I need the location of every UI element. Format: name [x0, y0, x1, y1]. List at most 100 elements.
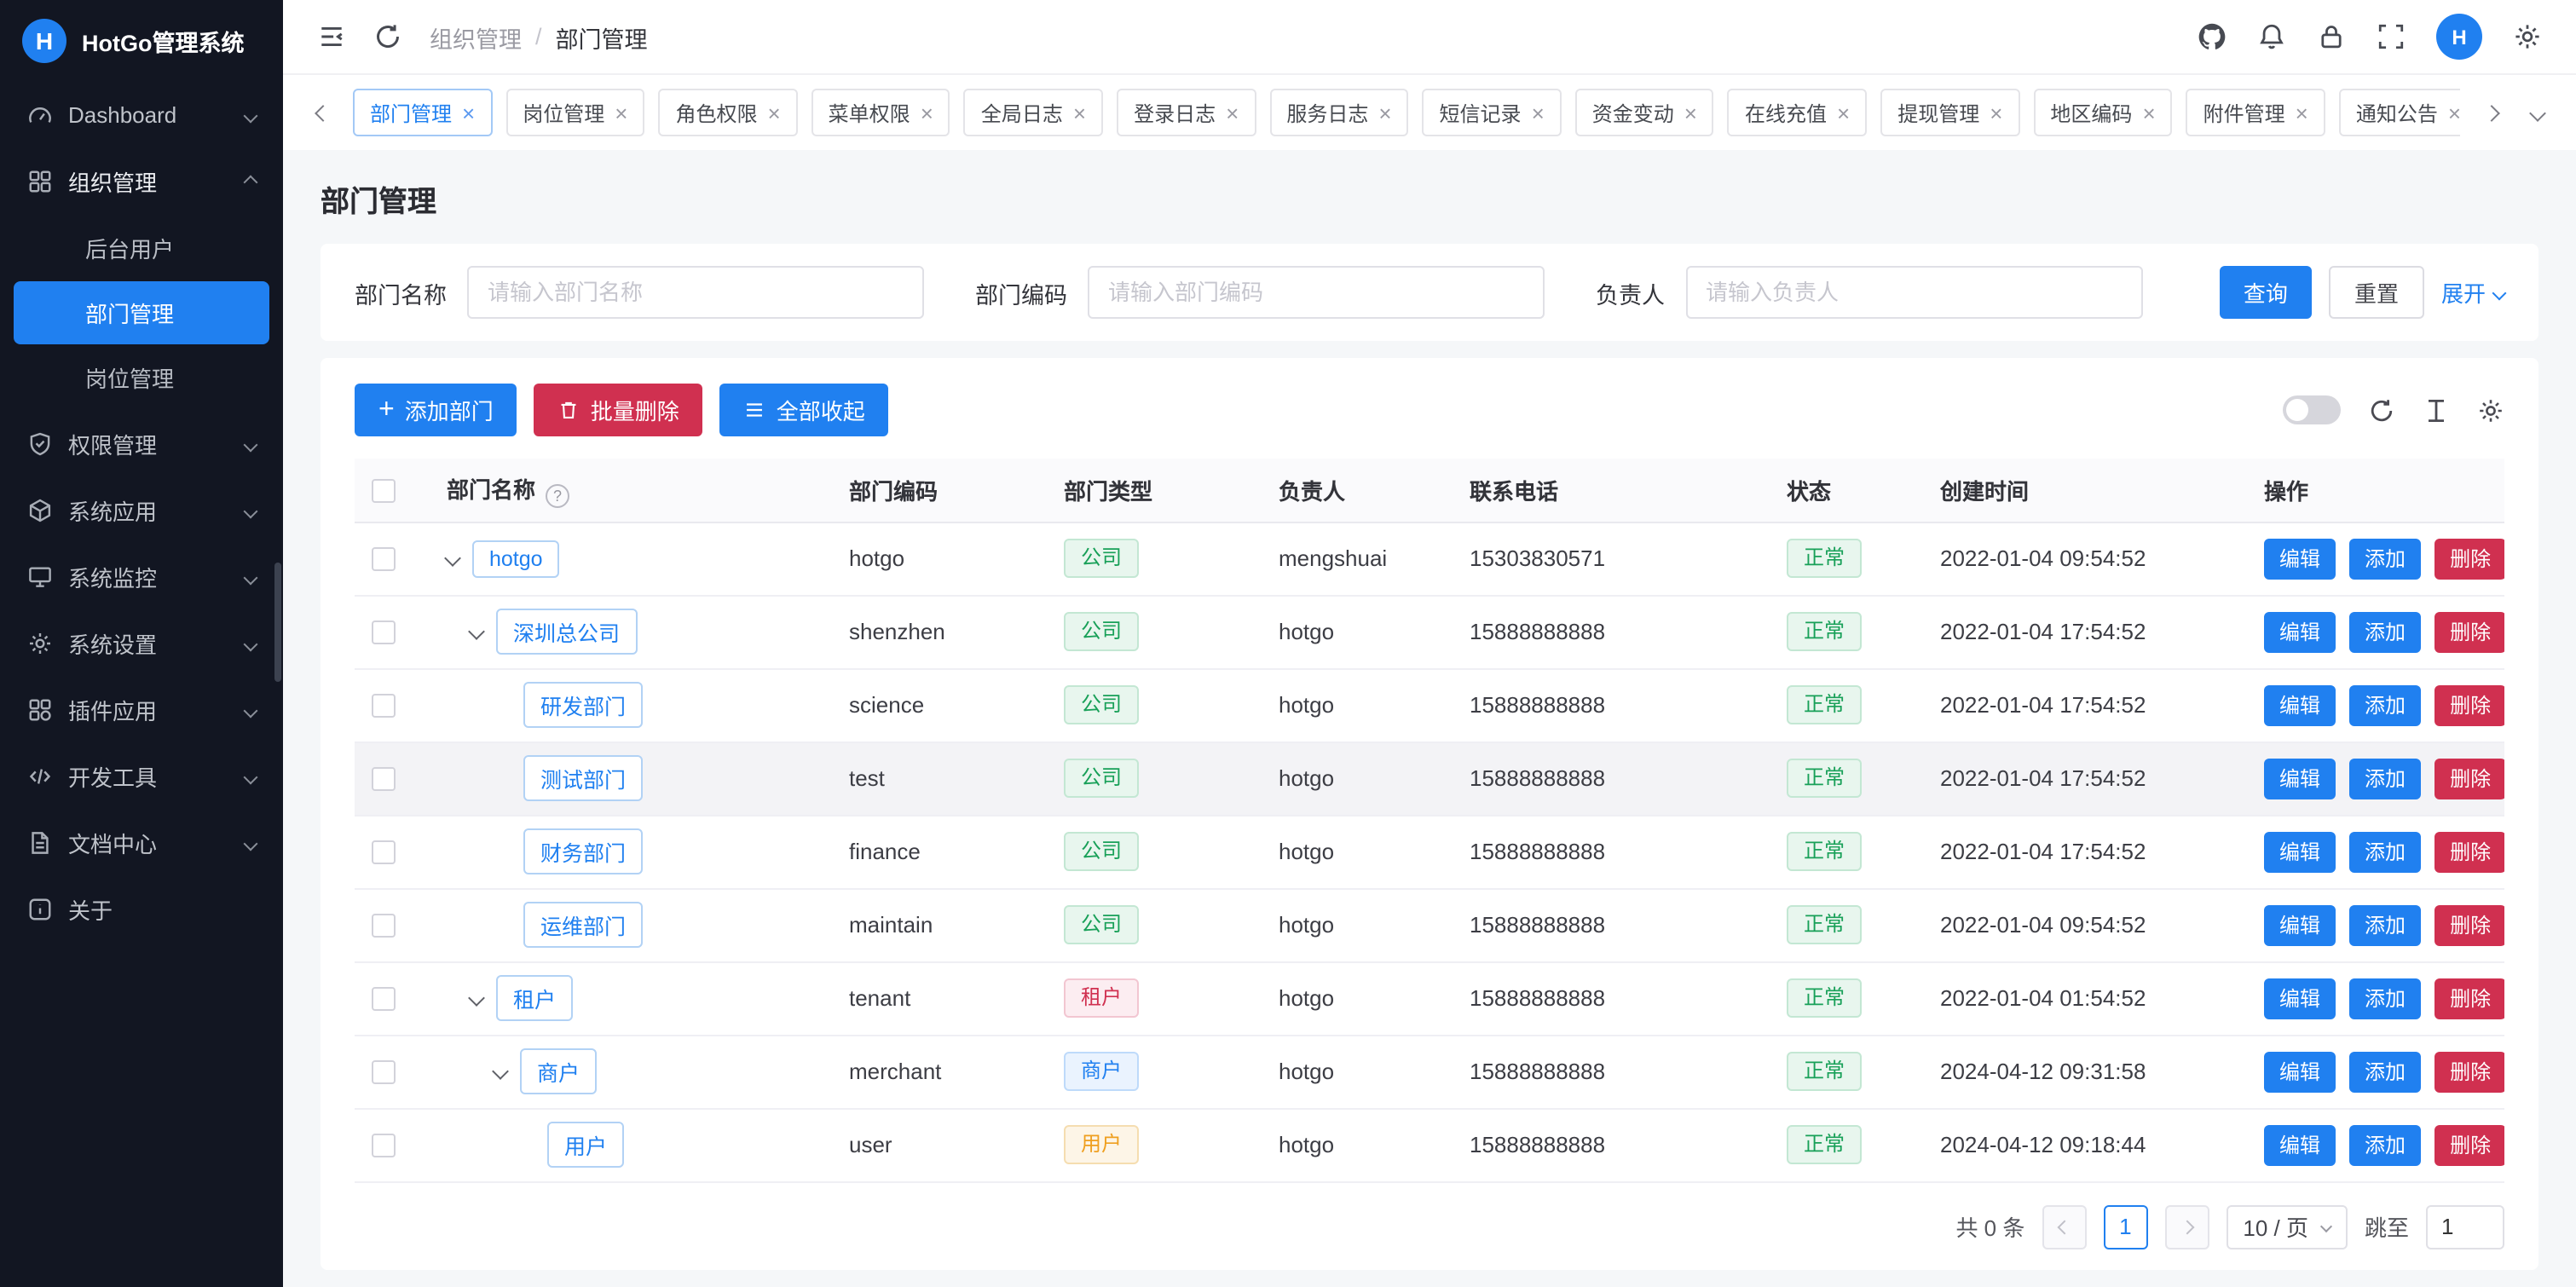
- tab-登录日志[interactable]: 登录日志×: [1117, 89, 1256, 136]
- delete-button[interactable]: 删除: [2434, 904, 2504, 945]
- batch-delete-button[interactable]: 批量删除: [534, 384, 703, 436]
- reload-icon[interactable]: [2368, 396, 2395, 424]
- add-button[interactable]: 添加: [2349, 611, 2421, 652]
- delete-button[interactable]: 删除: [2434, 831, 2504, 872]
- sidebar-item-插件应用[interactable]: 插件应用: [0, 677, 283, 743]
- add-button[interactable]: 添加: [2349, 1124, 2421, 1165]
- close-icon[interactable]: ×: [1532, 101, 1545, 124]
- add-button[interactable]: 添加: [2349, 684, 2421, 725]
- close-icon[interactable]: ×: [1684, 101, 1697, 124]
- close-icon[interactable]: ×: [1837, 101, 1850, 124]
- tab-附件管理[interactable]: 附件管理×: [2186, 89, 2325, 136]
- edit-button[interactable]: 编辑: [2264, 1051, 2336, 1092]
- avatar[interactable]: H: [2436, 14, 2482, 60]
- row-checkbox[interactable]: [372, 841, 396, 865]
- tabs-scroll-left-button[interactable]: [307, 89, 338, 136]
- edit-button[interactable]: 编辑: [2264, 1124, 2336, 1165]
- reset-button[interactable]: 重置: [2329, 266, 2424, 319]
- edit-button[interactable]: 编辑: [2264, 538, 2336, 579]
- add-button[interactable]: 添加: [2349, 978, 2421, 1019]
- sidebar-item-开发工具[interactable]: 开发工具: [0, 743, 283, 810]
- tab-全局日志[interactable]: 全局日志×: [964, 89, 1103, 136]
- row-checkbox[interactable]: [372, 695, 396, 719]
- sidebar-item-文档中心[interactable]: 文档中心: [0, 810, 283, 876]
- row-checkbox[interactable]: [372, 548, 396, 572]
- row-expand-chevron-icon[interactable]: [468, 623, 485, 640]
- close-icon[interactable]: ×: [1990, 101, 2002, 124]
- department-name-chip[interactable]: 测试部门: [523, 755, 643, 801]
- page-size-select[interactable]: 10 / 页: [2226, 1204, 2348, 1249]
- row-checkbox[interactable]: [372, 621, 396, 645]
- department-name-chip[interactable]: hotgo: [472, 540, 560, 577]
- row-checkbox[interactable]: [372, 988, 396, 1012]
- close-icon[interactable]: ×: [2142, 101, 2155, 124]
- github-icon[interactable]: [2198, 22, 2227, 51]
- menu-fold-icon[interactable]: [317, 22, 346, 51]
- close-icon[interactable]: ×: [767, 101, 780, 124]
- add-button[interactable]: 添加: [2349, 831, 2421, 872]
- edit-button[interactable]: 编辑: [2264, 978, 2336, 1019]
- leader-input[interactable]: [1685, 266, 2142, 319]
- column-height-icon[interactable]: [2423, 396, 2450, 424]
- add-department-button[interactable]: + 添加部门: [355, 384, 517, 436]
- sidebar-subitem-部门管理[interactable]: 部门管理: [14, 281, 269, 344]
- edit-button[interactable]: 编辑: [2264, 831, 2336, 872]
- tab-菜单权限[interactable]: 菜单权限×: [811, 89, 950, 136]
- current-page-button[interactable]: 1: [2103, 1204, 2147, 1249]
- close-icon[interactable]: ×: [1378, 101, 1391, 124]
- close-icon[interactable]: ×: [921, 101, 933, 124]
- tab-岗位管理[interactable]: 岗位管理×: [505, 89, 644, 136]
- column-settings-gear-icon[interactable]: [2477, 396, 2504, 424]
- tab-服务日志[interactable]: 服务日志×: [1269, 89, 1408, 136]
- tab-提现管理[interactable]: 提现管理×: [1880, 89, 2019, 136]
- tab-在线充值[interactable]: 在线充值×: [1728, 89, 1867, 136]
- sidebar-item-系统设置[interactable]: 系统设置: [0, 610, 283, 677]
- tab-角色权限[interactable]: 角色权限×: [658, 89, 797, 136]
- department-name-chip[interactable]: 深圳总公司: [496, 609, 637, 655]
- department-name-chip[interactable]: 财务部门: [523, 828, 643, 874]
- sidebar-item-组织管理[interactable]: 组织管理: [0, 148, 283, 215]
- row-checkbox[interactable]: [372, 1134, 396, 1158]
- gear-icon[interactable]: [2513, 22, 2542, 51]
- edit-button[interactable]: 编辑: [2264, 611, 2336, 652]
- fullscreen-icon[interactable]: [2377, 22, 2406, 51]
- sidebar-item-系统应用[interactable]: 系统应用: [0, 477, 283, 544]
- close-icon[interactable]: ×: [2448, 101, 2460, 124]
- expand-toggle[interactable]: 展开: [2441, 276, 2504, 309]
- add-button[interactable]: 添加: [2349, 1051, 2421, 1092]
- close-icon[interactable]: ×: [1226, 101, 1239, 124]
- department-name-chip[interactable]: 租户: [496, 975, 573, 1021]
- collapse-all-button[interactable]: 全部收起: [720, 384, 889, 436]
- table-border-toggle[interactable]: [2283, 395, 2341, 424]
- next-page-button[interactable]: [2164, 1204, 2209, 1249]
- sidebar-item-系统监控[interactable]: 系统监控: [0, 544, 283, 610]
- prev-page-button[interactable]: [2042, 1204, 2086, 1249]
- row-checkbox[interactable]: [372, 1061, 396, 1085]
- delete-button[interactable]: 删除: [2434, 1124, 2504, 1165]
- delete-button[interactable]: 删除: [2434, 1051, 2504, 1092]
- add-button[interactable]: 添加: [2349, 538, 2421, 579]
- tab-短信记录[interactable]: 短信记录×: [1423, 89, 1562, 136]
- close-icon[interactable]: ×: [2296, 101, 2308, 124]
- add-button[interactable]: 添加: [2349, 758, 2421, 799]
- department-name-chip[interactable]: 研发部门: [523, 682, 643, 728]
- department-name-chip[interactable]: 运维部门: [523, 902, 643, 948]
- close-icon[interactable]: ×: [615, 101, 627, 124]
- row-expand-chevron-icon[interactable]: [492, 1063, 509, 1080]
- jump-page-input[interactable]: [2426, 1204, 2504, 1249]
- delete-button[interactable]: 删除: [2434, 684, 2504, 725]
- edit-button[interactable]: 编辑: [2264, 684, 2336, 725]
- row-expand-chevron-icon[interactable]: [444, 550, 461, 567]
- bell-icon[interactable]: [2257, 22, 2286, 51]
- department-name-chip[interactable]: 用户: [547, 1122, 624, 1168]
- row-checkbox[interactable]: [372, 915, 396, 938]
- delete-button[interactable]: 删除: [2434, 611, 2504, 652]
- sidebar-subitem-后台用户[interactable]: 后台用户: [14, 216, 269, 280]
- tab-资金变动[interactable]: 资金变动×: [1575, 89, 1714, 136]
- sidebar-item-权限管理[interactable]: 权限管理: [0, 411, 283, 477]
- add-button[interactable]: 添加: [2349, 904, 2421, 945]
- row-checkbox[interactable]: [372, 768, 396, 792]
- lock-icon[interactable]: [2317, 22, 2346, 51]
- tabs-dropdown-button[interactable]: [2521, 89, 2552, 136]
- edit-button[interactable]: 编辑: [2264, 758, 2336, 799]
